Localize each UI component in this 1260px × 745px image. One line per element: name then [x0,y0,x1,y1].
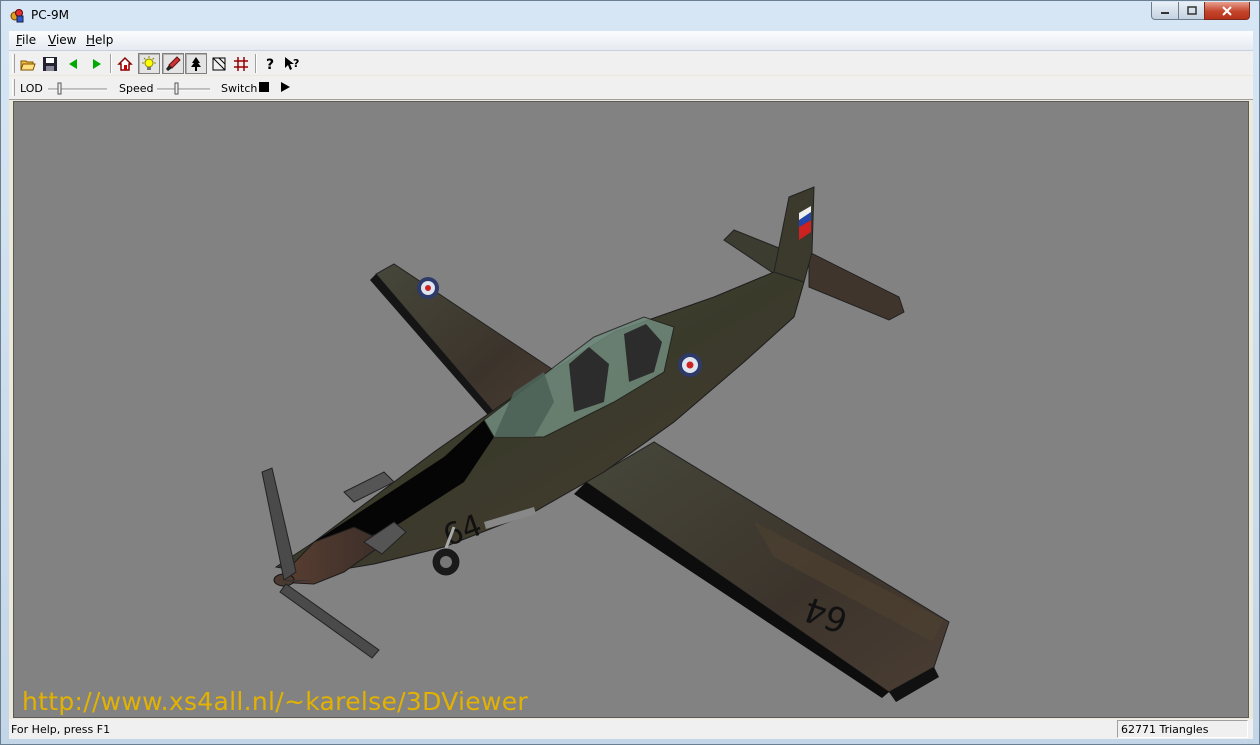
3d-viewport[interactable]: 64 64 http://www.xs4all.nl/~karelse/3DVi… [13,101,1249,718]
menu-file[interactable]: File [16,33,36,47]
help-icon: ? [266,57,274,72]
maximize-icon [1186,6,1197,15]
stop-button[interactable] [254,77,274,96]
wireframe-icon [212,57,226,70]
home-view-button[interactable] [114,53,136,74]
maximize-button[interactable] [1178,2,1205,20]
animation-toolbar: LOD Speed Switch [9,76,1253,100]
stop-icon [259,81,269,92]
toolbar-separator [255,54,257,73]
context-help-icon: ? [285,56,299,70]
toolbar-separator [110,54,112,73]
home-view-icon [117,56,133,71]
next-button[interactable] [86,53,108,74]
client-area: File View Help ? ? LOD Speed Switch 64 6… [9,31,1253,739]
paint-icon [166,55,181,71]
app-icon [10,9,24,23]
wireframe-button[interactable] [208,53,230,74]
next-icon [93,58,101,69]
status-bar: For Help, press F1 62771 Triangles [9,719,1253,739]
minimize-icon [1161,11,1169,14]
close-icon [1222,5,1232,16]
light-icon [142,55,156,70]
close-button[interactable] [1204,2,1250,20]
paint-button[interactable] [162,53,184,74]
light-button[interactable] [138,53,160,74]
viewer-url-watermark: http://www.xs4all.nl/~karelse/3DViewer [22,687,528,716]
save-button[interactable] [39,53,61,74]
previous-icon [69,58,77,69]
open-button[interactable] [17,53,39,74]
speed-slider[interactable] [156,81,212,95]
toolbar-grip[interactable] [12,54,15,73]
previous-button[interactable] [62,53,84,74]
lod-label: LOD [20,82,43,95]
aircraft-model: 64 64 [261,186,950,702]
context-help-button[interactable]: ? [282,53,304,74]
tree-button[interactable] [185,53,207,74]
menu-view[interactable]: View [48,33,76,47]
tree-icon [191,56,201,71]
play-button[interactable] [275,77,295,96]
svg-text:?: ? [293,57,299,70]
open-icon [20,60,36,70]
play-icon [281,81,290,92]
grid-icon [234,56,248,71]
main-toolbar: ? ? [9,51,1253,75]
title-bar[interactable]: PC-9M [1,1,1259,30]
grid-button[interactable] [230,53,252,74]
help-button[interactable]: ? [259,53,281,74]
svg-text:?: ? [266,57,274,72]
speed-label: Speed [119,82,154,95]
minimize-button[interactable] [1151,2,1179,20]
triangle-count: 62771 Triangles [1117,720,1248,738]
app-window: PC-9M File View Help ? ? LOD Speed Switc… [0,0,1260,745]
menu-bar: File View Help [9,31,1253,51]
window-title: PC-9M [31,8,69,22]
toolbar-grip[interactable] [12,79,15,96]
save-icon [43,56,57,71]
lod-slider[interactable] [47,81,109,95]
switch-label: Switch [221,82,258,95]
menu-help[interactable]: Help [86,33,113,47]
status-help-text: For Help, press F1 [11,723,111,736]
